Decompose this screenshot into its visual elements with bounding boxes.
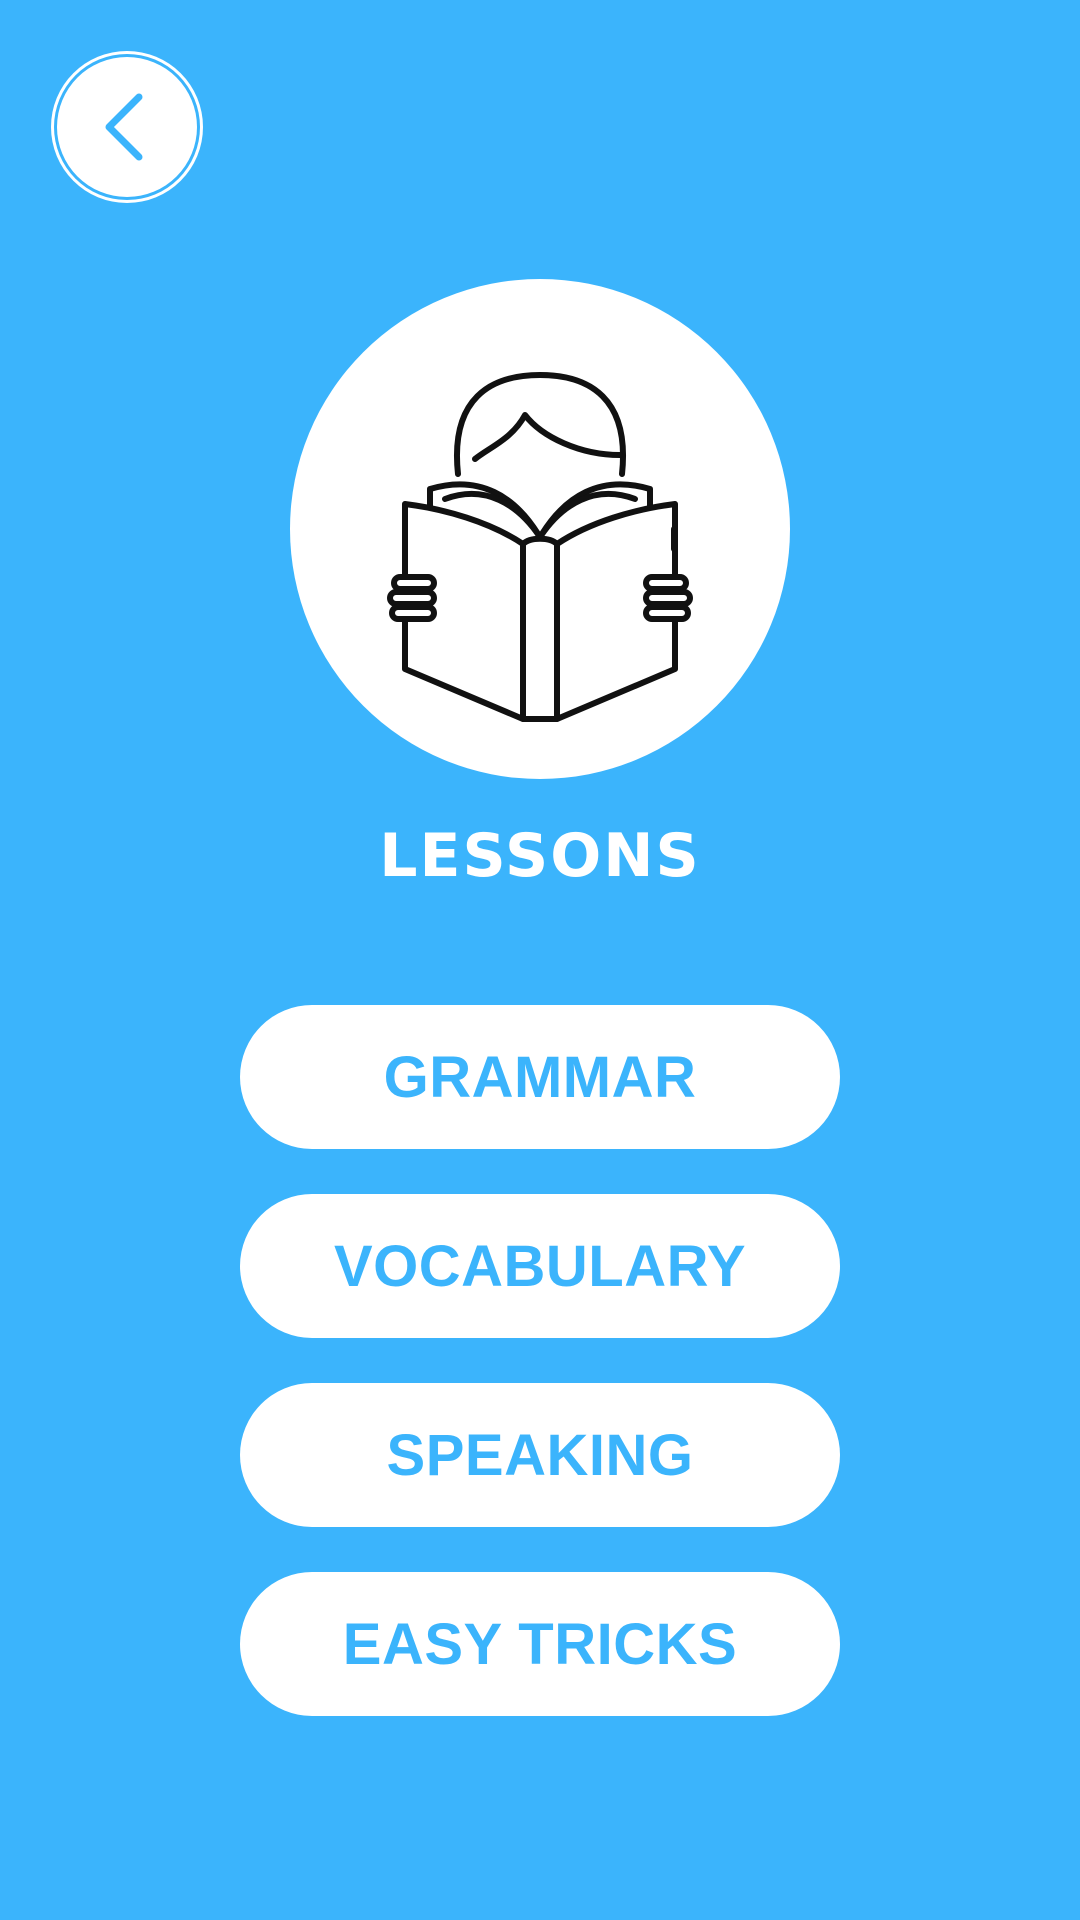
- page-title: LESSONS: [379, 821, 701, 891]
- grammar-button[interactable]: GRAMMAR: [240, 1005, 840, 1149]
- person-reading-book-icon: [387, 372, 693, 722]
- chevron-left-icon: [105, 93, 143, 161]
- lessons-menu: GRAMMAR VOCABULARY SPEAKING EASY TRICKS: [240, 1005, 840, 1761]
- back-button[interactable]: [57, 57, 197, 197]
- easy-tricks-button[interactable]: EASY TRICKS: [240, 1572, 840, 1716]
- speaking-button[interactable]: SPEAKING: [240, 1383, 840, 1527]
- vocabulary-button[interactable]: VOCABULARY: [240, 1194, 840, 1338]
- lessons-hero-circle: [290, 279, 790, 779]
